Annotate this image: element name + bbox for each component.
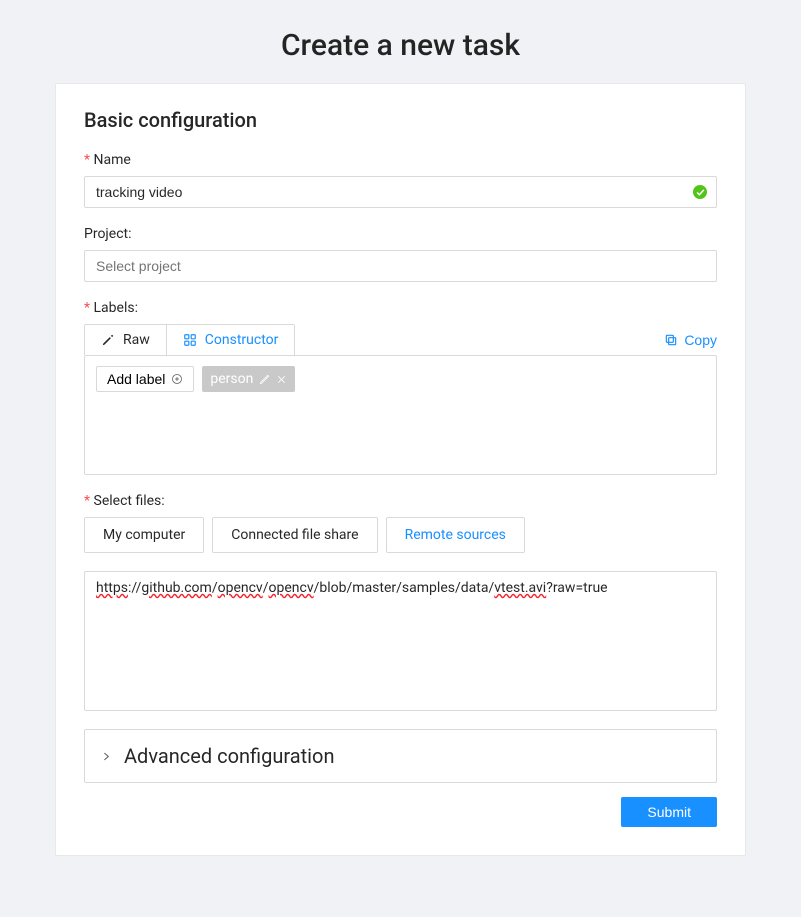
checkmark-icon [693, 185, 707, 199]
tab-remote-sources[interactable]: Remote sources [386, 517, 525, 553]
tab-connected-share[interactable]: Connected file share [212, 517, 377, 553]
pencil-icon[interactable] [259, 374, 270, 385]
label-chip-text: person [210, 371, 253, 387]
copy-label: Copy [684, 332, 717, 348]
advanced-title: Advanced configuration [124, 744, 335, 768]
file-source-tabs: My computer Connected file share Remote … [84, 517, 717, 553]
tab-raw-label: Raw [123, 332, 150, 348]
tab-raw[interactable]: Raw [85, 325, 167, 355]
project-label: Project: [84, 226, 717, 242]
chevron-right-icon [101, 751, 112, 762]
label-chip-person[interactable]: person [202, 366, 295, 392]
copy-button[interactable]: Copy [664, 332, 717, 348]
advanced-configuration-toggle[interactable]: Advanced configuration [84, 729, 717, 783]
field-select-files: Select files: My computer Connected file… [84, 493, 717, 711]
plus-circle-icon [171, 373, 183, 385]
field-name: Name [84, 152, 717, 208]
copy-icon [664, 333, 678, 347]
pencil-icon [101, 333, 115, 347]
tab-constructor-label: Constructor [205, 332, 279, 348]
submit-button[interactable]: Submit [621, 797, 717, 827]
constructor-icon [183, 333, 197, 347]
add-label-text: Add label [107, 371, 165, 387]
remote-url-textarea[interactable]: https://github.com/opencv/opencv/blob/ma… [84, 571, 717, 711]
labels-label: Labels: [84, 300, 717, 316]
field-labels: Labels: Raw Constructor Copy Add lab [84, 300, 717, 475]
form-card: Basic configuration Name Project: Labels… [55, 83, 746, 856]
tab-my-computer[interactable]: My computer [84, 517, 204, 553]
labels-editor: Add label person [84, 355, 717, 475]
add-label-button[interactable]: Add label [96, 366, 194, 392]
project-select[interactable] [84, 250, 717, 282]
section-basic-title: Basic configuration [84, 108, 717, 132]
name-input[interactable] [84, 176, 717, 208]
select-files-label: Select files: [84, 493, 717, 509]
form-footer: Submit [84, 797, 717, 827]
labels-tabs: Raw Constructor [84, 324, 295, 355]
close-icon[interactable] [276, 374, 287, 385]
field-project: Project: [84, 226, 717, 282]
name-label: Name [84, 152, 717, 168]
tab-constructor[interactable]: Constructor [167, 325, 295, 355]
page-title: Create a new task [0, 0, 801, 83]
